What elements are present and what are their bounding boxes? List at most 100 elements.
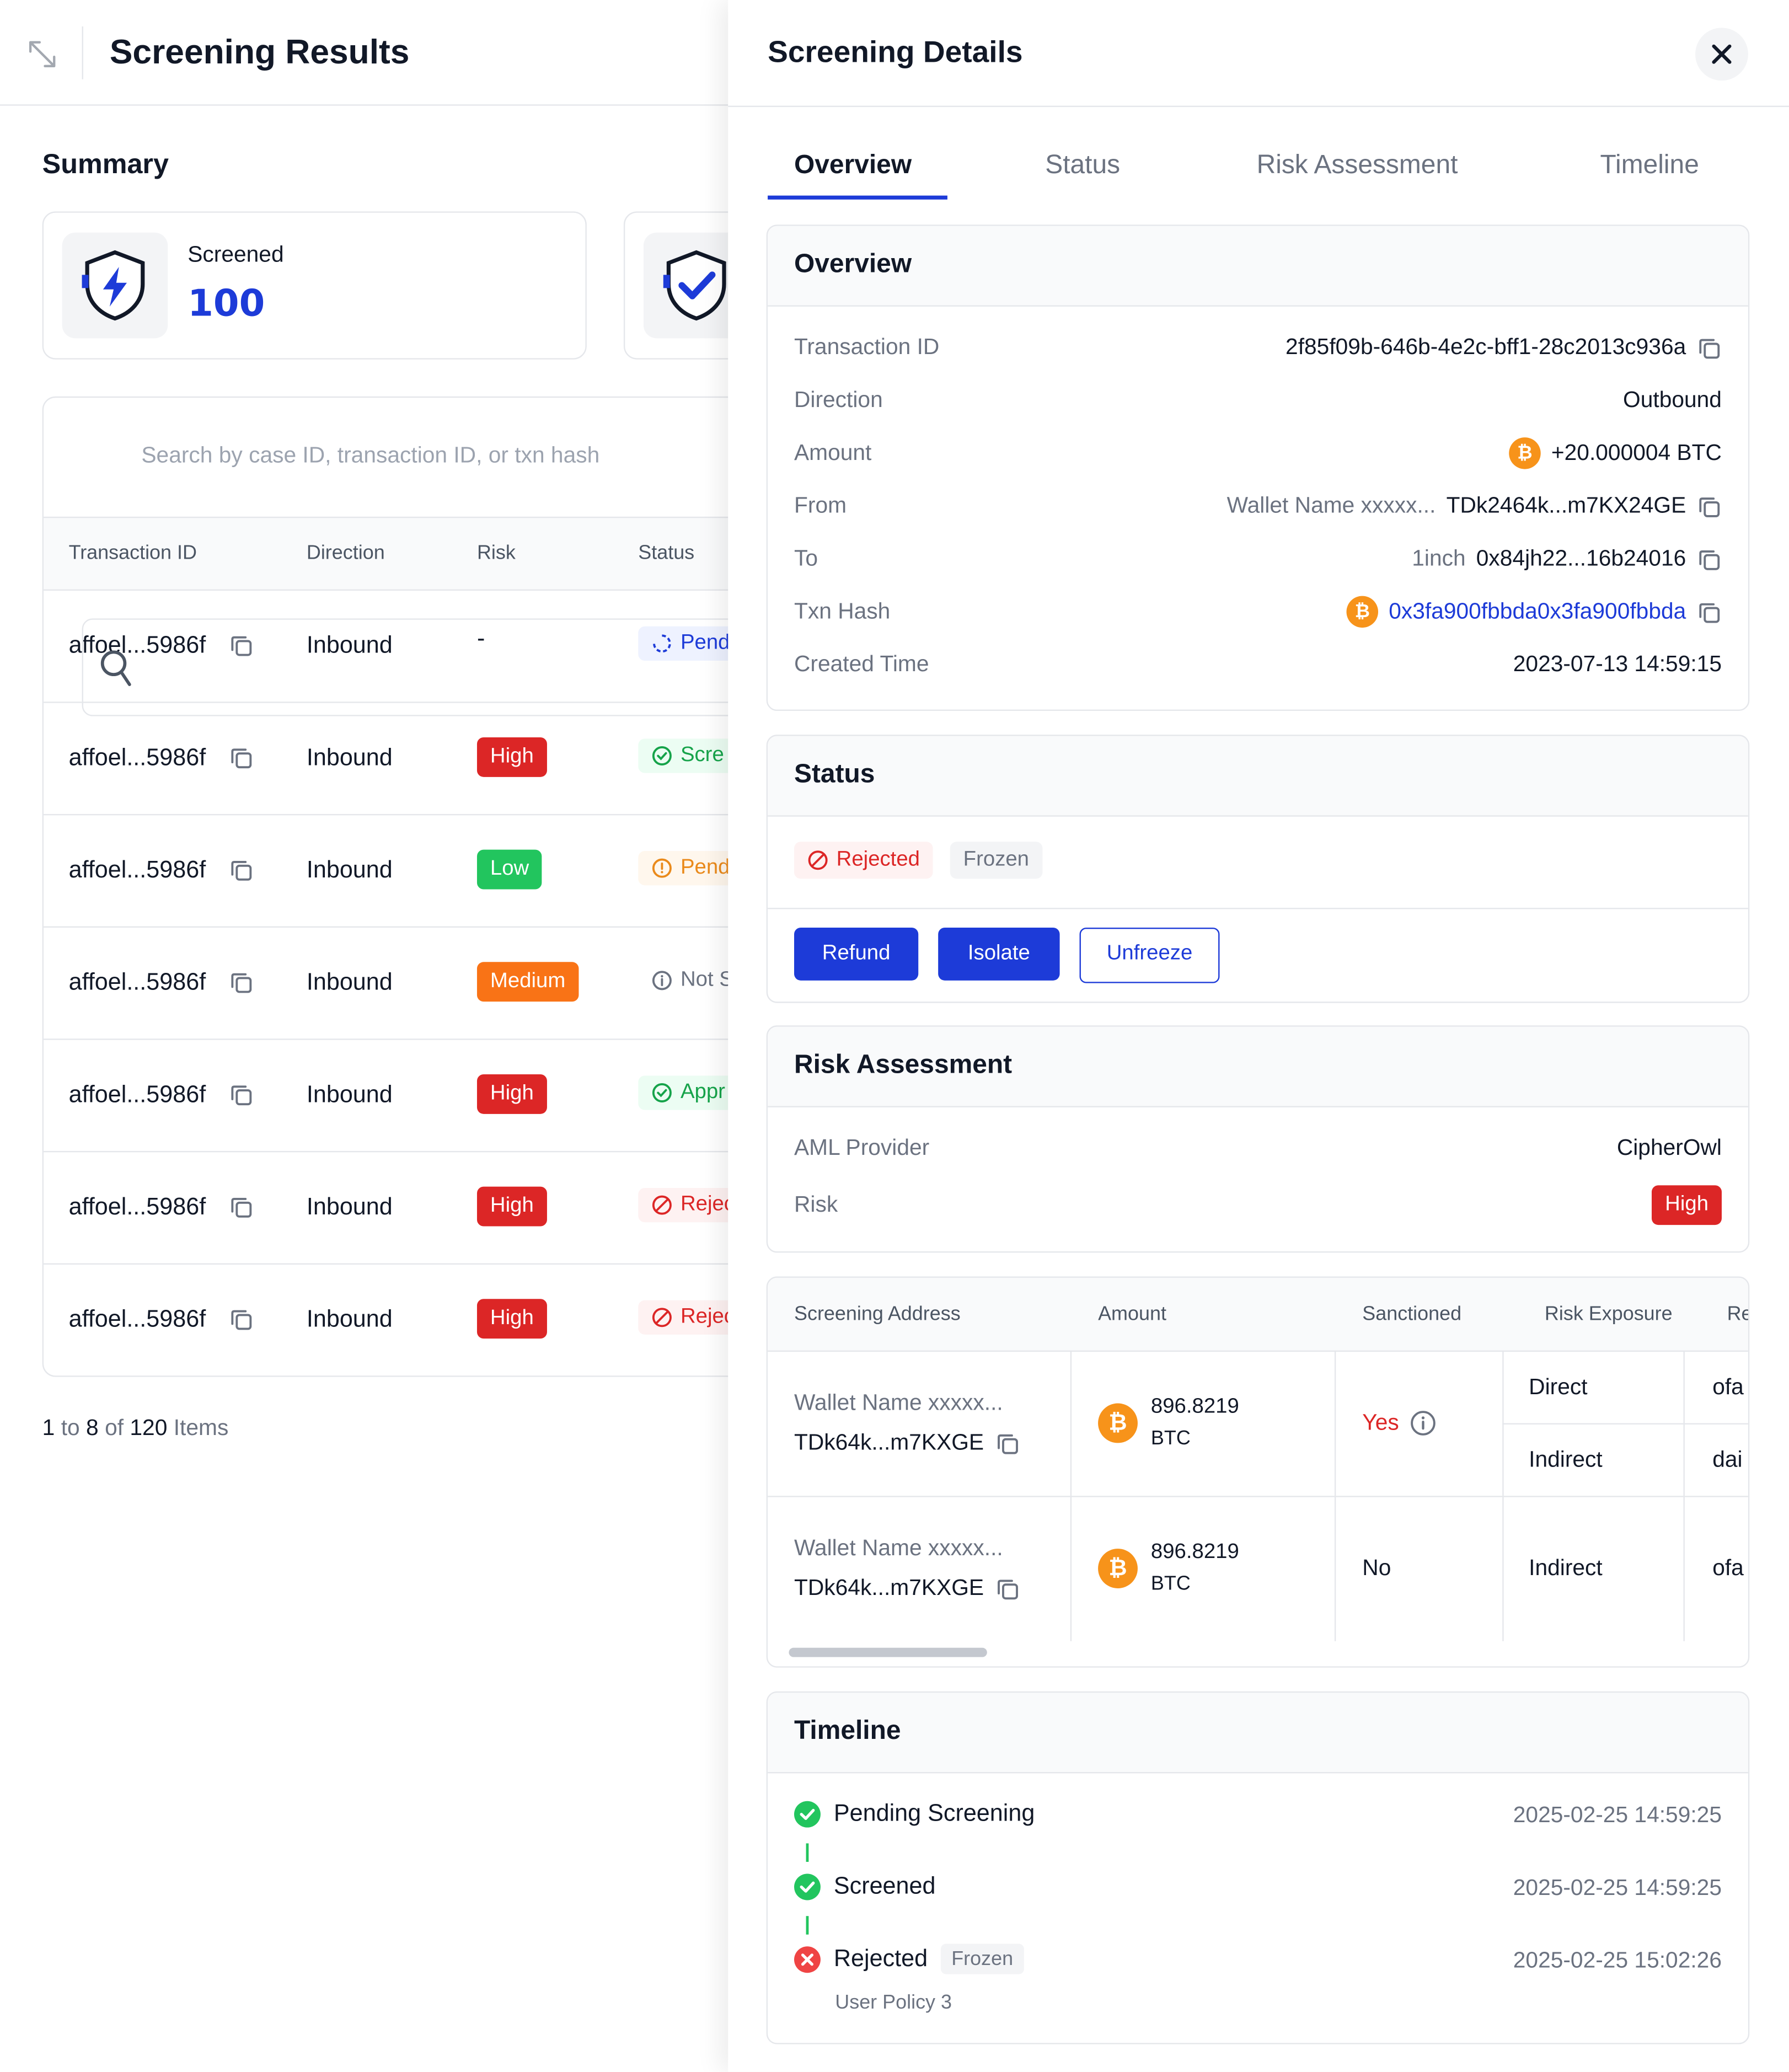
horizontal-scrollbar[interactable] <box>789 1647 987 1657</box>
drawer-header: Screening Details <box>728 0 1789 108</box>
x-circle-icon <box>794 1946 821 1973</box>
exposure-extra: ofa <box>1712 1555 1744 1581</box>
amount-value: ₿ +20.000004 BTC <box>1509 437 1722 469</box>
col-amount[interactable]: Amount <box>1098 1303 1166 1325</box>
frozen-tag: Frozen <box>950 842 1042 879</box>
sanctioned-value: No <box>1362 1555 1391 1581</box>
app-root: Screening Results Summary Screened 100 S… <box>0 0 1789 2072</box>
tab-overview[interactable]: Overview <box>794 151 912 181</box>
col-screening-address[interactable]: Screening Address <box>794 1303 961 1325</box>
amount-value: 896.8219 <box>1150 1395 1239 1418</box>
copy-icon[interactable] <box>229 1082 254 1114</box>
status-label: Pend <box>680 856 730 879</box>
search-input-placeholder[interactable]: Search by case ID, transaction ID, or tx… <box>141 443 599 469</box>
tab-risk-assessment[interactable]: Risk Assessment <box>1257 151 1458 181</box>
status-label: Appr <box>680 1080 725 1104</box>
bitcoin-icon: ₿ <box>1346 596 1379 628</box>
isolate-button[interactable]: Isolate <box>938 927 1060 981</box>
copy-icon[interactable] <box>994 1576 1020 1601</box>
summary-title: Summary <box>42 149 169 180</box>
sanctioned-text: Yes <box>1362 1410 1399 1436</box>
copy-icon[interactable] <box>229 1307 254 1339</box>
screening-details-drawer: Screening Details Overview Status Risk A… <box>728 0 1789 2072</box>
info-icon[interactable] <box>1410 1410 1436 1437</box>
risk-cell: High <box>476 737 547 777</box>
copy-icon[interactable] <box>1696 599 1722 625</box>
drawer-title: Screening Details <box>768 34 1023 69</box>
tab-timeline[interactable]: Timeline <box>1600 151 1699 181</box>
risk-assessment-title: Risk Assessment <box>794 1050 1013 1080</box>
col-direction[interactable]: Direction <box>307 542 385 564</box>
copy-icon[interactable] <box>229 745 254 777</box>
risk-cell: High <box>476 1186 547 1227</box>
copy-icon[interactable] <box>994 1431 1020 1456</box>
wallet-address-text: TDk64k...m7KXGE <box>794 1575 984 1600</box>
col-risk-exposure[interactable]: Risk Exposure <box>1545 1303 1673 1325</box>
page-from: 1 <box>42 1415 55 1441</box>
col-transaction-id[interactable]: Transaction ID <box>69 542 197 564</box>
risk-badge: High <box>1652 1185 1722 1225</box>
created-time-value: 2023-07-13 14:59:15 <box>1513 651 1722 677</box>
wallet-address: TDk64k...m7KXGE <box>794 1575 1020 1602</box>
cell-divider <box>1683 1496 1685 1641</box>
search-box[interactable] <box>82 618 772 716</box>
overview-panel-header: Overview <box>768 226 1748 307</box>
timeline-item-label: Screened <box>833 1872 936 1899</box>
status-cell: Scre <box>638 738 737 773</box>
refund-button[interactable]: Refund <box>794 927 919 981</box>
transaction-id-cell: affoel...5986f <box>68 968 206 995</box>
col-risk[interactable]: Risk <box>477 542 516 564</box>
direction-value: Outbound <box>1623 387 1722 413</box>
timeline-item: Screened <box>794 1872 936 1900</box>
rejected-tag: Rejected <box>794 842 933 879</box>
exposure-extra: ofa <box>1712 1374 1744 1400</box>
page-of-word: of <box>105 1415 124 1441</box>
risk-panel-header: Risk Assessment <box>768 1026 1748 1107</box>
page-total: 120 <box>130 1415 168 1441</box>
txn-hash-link[interactable]: 0x3fa900fbbda0x3fa900fbbda <box>1389 598 1686 625</box>
ban-icon <box>651 1307 672 1328</box>
copy-icon[interactable] <box>229 858 254 890</box>
risk-label: Risk <box>794 1192 838 1217</box>
tab-status[interactable]: Status <box>1045 151 1120 181</box>
transaction-id-label: Transaction ID <box>794 334 940 360</box>
status-pill: Appr <box>638 1075 738 1110</box>
exposure-direct: Direct <box>1529 1374 1588 1400</box>
to-address: 0x84jh22...16b24016 <box>1476 545 1686 571</box>
col-sanctioned[interactable]: Sanctioned <box>1362 1303 1461 1325</box>
col-re[interactable]: Re <box>1727 1303 1748 1325</box>
risk-value: High <box>1652 1185 1722 1225</box>
copy-icon[interactable] <box>1696 547 1722 572</box>
close-button[interactable] <box>1695 28 1748 81</box>
transaction-id-cell: affoel...5986f <box>68 1080 206 1107</box>
ban-icon <box>808 850 828 870</box>
overview-panel: Overview Transaction ID 2f85f09b-646b-4e… <box>766 224 1750 711</box>
pagination-info: 1 to 8 of 120 Items <box>42 1415 229 1442</box>
timeline-item-label: Rejected <box>833 1945 928 1972</box>
timeline-item-note: User Policy 3 <box>835 1991 952 2014</box>
status-label: Not S <box>680 968 733 991</box>
check-circle-icon <box>794 1873 821 1900</box>
from-label: From <box>794 492 847 518</box>
unfreeze-button[interactable]: Unfreeze <box>1079 927 1220 983</box>
col-status[interactable]: Status <box>638 542 694 564</box>
risk-badge: Low <box>476 849 543 890</box>
shield-bolt-icon <box>62 232 168 339</box>
copy-icon[interactable] <box>229 970 254 1002</box>
frozen-tag: Frozen <box>941 1943 1024 1974</box>
expand-icon[interactable] <box>26 38 58 70</box>
wallet-name: Wallet Name xxxxx... <box>794 1390 1003 1416</box>
copy-icon[interactable] <box>1696 494 1722 519</box>
aml-provider-label: AML Provider <box>794 1135 930 1160</box>
bitcoin-icon: ₿ <box>1098 1403 1138 1443</box>
summary-card-screened: Screened 100 <box>42 211 587 360</box>
txn-hash-label: Txn Hash <box>794 598 891 624</box>
amount-label: Amount <box>794 440 872 465</box>
wallet-address: TDk64k...m7KXGE <box>794 1429 1020 1456</box>
ban-icon <box>651 1195 672 1216</box>
copy-icon[interactable] <box>1696 335 1722 360</box>
timeline-item: Pending Screening <box>794 1800 1035 1827</box>
timeline-item-time: 2025-02-25 15:02:26 <box>1513 1947 1722 1973</box>
copy-icon[interactable] <box>229 1195 254 1227</box>
detail-tabs: Overview Status Risk Assessment Timeline <box>768 132 1748 201</box>
